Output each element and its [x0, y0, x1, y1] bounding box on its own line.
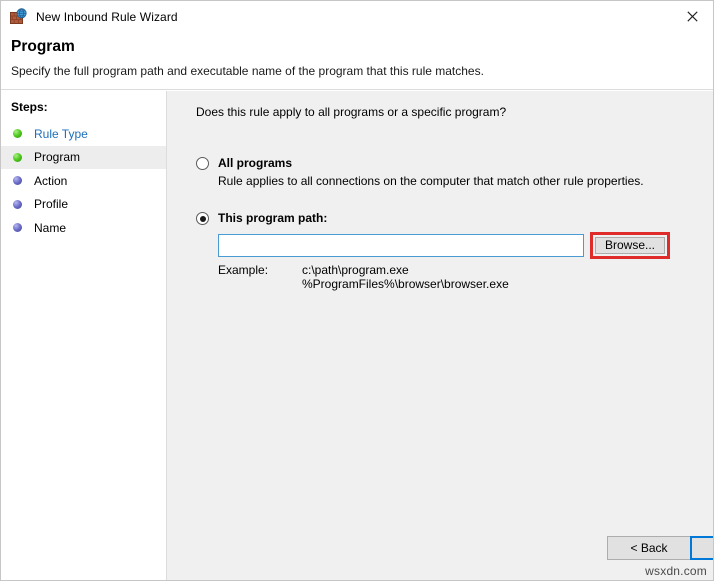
- body-area: Steps: Rule Type Program Action Profile: [1, 91, 714, 581]
- sidebar-item-label: Name: [34, 221, 66, 235]
- step-bullet-icon: [13, 200, 22, 209]
- sidebar-item-rule-type[interactable]: Rule Type: [1, 122, 166, 146]
- radio-option-this-program-path[interactable]: This program path:: [196, 211, 327, 225]
- program-path-input[interactable]: [218, 234, 584, 257]
- step-bullet-icon: [13, 223, 22, 232]
- page-subtitle: Specify the full program path and execut…: [11, 64, 484, 78]
- radio-option-all-programs[interactable]: All programs Rule applies to all connect…: [196, 156, 644, 188]
- example-label: Example:: [218, 263, 268, 277]
- question-text: Does this rule apply to all programs or …: [196, 105, 506, 119]
- sidebar-item-label: Program: [34, 150, 80, 164]
- example-lines: c:\path\program.exe %ProgramFiles%\brows…: [302, 263, 509, 291]
- back-button[interactable]: < Back: [607, 536, 691, 560]
- watermark: wsxdn.com: [645, 564, 707, 578]
- new-inbound-rule-wizard-window: New Inbound Rule Wizard Program Specify …: [0, 0, 714, 581]
- example-line: c:\path\program.exe: [302, 263, 509, 277]
- radio-this-program-path-icon[interactable]: [196, 212, 209, 225]
- steps-heading: Steps:: [11, 100, 48, 114]
- radio-this-program-path-label: This program path:: [218, 211, 327, 225]
- firewall-globe-icon: [10, 8, 27, 25]
- sidebar-item-label: Profile: [34, 197, 68, 211]
- sidebar-item-label: Rule Type: [34, 127, 88, 141]
- radio-all-programs-icon[interactable]: [196, 157, 209, 170]
- sidebar-item-name[interactable]: Name: [1, 216, 166, 240]
- step-bullet-icon: [13, 129, 22, 138]
- dialog-footer: < Back Next > Cancel: [168, 536, 714, 581]
- radio-all-programs-label: All programs: [218, 156, 292, 170]
- close-icon[interactable]: [669, 1, 714, 31]
- steps-list: Rule Type Program Action Profile Name: [1, 122, 166, 240]
- program-path-row: Browse...: [218, 234, 714, 257]
- main-panel: Does this rule apply to all programs or …: [168, 91, 714, 581]
- sidebar-item-profile[interactable]: Profile: [1, 193, 166, 217]
- sidebar-item-label: Action: [34, 174, 67, 188]
- radio-all-programs-description: Rule applies to all connections on the c…: [218, 174, 644, 188]
- example-line: %ProgramFiles%\browser\browser.exe: [302, 277, 509, 291]
- sidebar-item-action[interactable]: Action: [1, 169, 166, 193]
- window-title: New Inbound Rule Wizard: [36, 10, 178, 24]
- next-button[interactable]: Next >: [690, 536, 714, 560]
- steps-sidebar: Steps: Rule Type Program Action Profile: [1, 91, 167, 581]
- step-bullet-icon: [13, 153, 22, 162]
- browse-button[interactable]: Browse...: [595, 237, 665, 254]
- sidebar-item-program[interactable]: Program: [1, 146, 166, 170]
- page-title: Program: [11, 38, 75, 56]
- step-bullet-icon: [13, 176, 22, 185]
- page-header: Program Specify the full program path an…: [1, 32, 714, 90]
- title-bar: New Inbound Rule Wizard: [1, 1, 714, 32]
